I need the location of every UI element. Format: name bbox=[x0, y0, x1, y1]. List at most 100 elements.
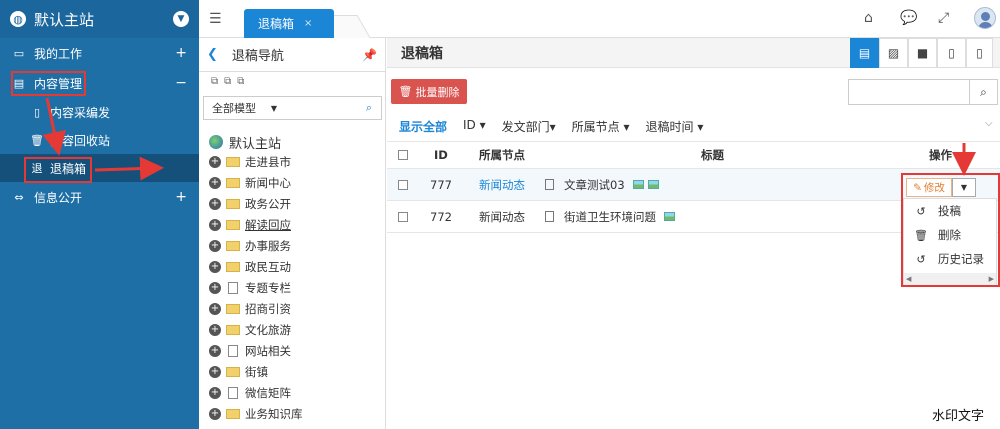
document-icon: ▤ bbox=[858, 46, 871, 60]
close-icon[interactable]: × bbox=[304, 18, 312, 29]
dropdown-item-delete[interactable]: 🗑 删除 bbox=[904, 223, 996, 247]
tree-node[interactable]: + 政民互动 bbox=[209, 256, 303, 277]
view-tab-file2[interactable]: ▯ bbox=[966, 38, 993, 68]
chevron-left-icon[interactable]: ❮ bbox=[207, 47, 218, 62]
pin-icon[interactable]: 📌 bbox=[362, 48, 377, 62]
select-all-checkbox[interactable] bbox=[398, 150, 408, 160]
file2-icon: ▯ bbox=[976, 46, 983, 60]
tree-node[interactable]: + 文化旅游 bbox=[209, 319, 303, 340]
actions-dropdown: ↺ 投稿 🗑 删除 ↺ 历史记录 ◀ ▶ bbox=[903, 198, 997, 286]
tree-node-label: 街镇 bbox=[245, 364, 268, 379]
expand-icon[interactable]: + bbox=[209, 281, 221, 294]
view-tab-image[interactable]: ▨ bbox=[879, 38, 908, 68]
filter-node[interactable]: 所属节点 ▾ bbox=[572, 118, 630, 135]
search-input[interactable] bbox=[849, 80, 969, 104]
tree-node[interactable]: + 微信矩阵 bbox=[209, 382, 303, 403]
watermark: 水印文字 bbox=[932, 409, 985, 424]
filter-department[interactable]: 发文部门▾ bbox=[502, 118, 556, 135]
tree-node-label: 专题专栏 bbox=[245, 280, 291, 295]
tree-node[interactable]: + 新闻中心 bbox=[209, 172, 303, 193]
expand-icon[interactable]: + bbox=[209, 197, 221, 210]
expand-icon[interactable]: + bbox=[209, 323, 221, 336]
row-node-link[interactable]: 新闻动态 bbox=[479, 169, 525, 200]
chevron-down-icon[interactable]: ▼ bbox=[173, 11, 189, 27]
expand-icon[interactable]: + bbox=[209, 155, 221, 168]
tree-node-label: 解读回应 bbox=[245, 217, 291, 232]
expand-icon[interactable]: + bbox=[209, 176, 221, 189]
expand-icon[interactable]: + bbox=[209, 365, 221, 378]
filter-time[interactable]: 退稿时间 ▾ bbox=[646, 118, 704, 135]
site-brand[interactable]: ◍ 默认主站 ▼ bbox=[0, 0, 199, 38]
caret-down-icon: ▼ bbox=[960, 183, 968, 192]
tree-node[interactable]: + 解读回应 bbox=[209, 214, 303, 235]
search-icon[interactable]: ⌕ bbox=[357, 101, 381, 115]
sidebar-item-rejected-box[interactable]: 退 退稿箱 bbox=[0, 154, 199, 182]
view-tab-file[interactable]: ▯ bbox=[937, 38, 966, 68]
tree-node[interactable]: + 街镇 bbox=[209, 361, 303, 382]
edit-button[interactable]: ✎ 修改 bbox=[906, 178, 952, 197]
row-id: 777 bbox=[430, 177, 452, 192]
dropdown-label: 删除 bbox=[938, 228, 961, 242]
tree-node-label: 网站相关 bbox=[245, 343, 291, 358]
menu-my-work[interactable]: ▭ 我的工作 + bbox=[0, 38, 199, 68]
expand-icon[interactable]: + bbox=[209, 407, 221, 420]
row-title[interactable]: 街道卫生环境问题 bbox=[564, 209, 656, 225]
dropdown-item-submit[interactable]: ↺ 投稿 bbox=[904, 199, 996, 223]
dropdown-label: 历史记录 bbox=[938, 252, 984, 266]
video-icon: ■ bbox=[916, 46, 929, 60]
chevron-down-icon[interactable]: ⌵ bbox=[985, 118, 993, 129]
dropdown-item-history[interactable]: ↺ 历史记录 bbox=[904, 247, 996, 271]
tree-root[interactable]: 默认主站 bbox=[209, 133, 303, 152]
expand-icon: + bbox=[175, 45, 187, 61]
user-avatar[interactable] bbox=[974, 7, 996, 29]
view-tab-document[interactable]: ▤ bbox=[850, 38, 879, 68]
expand-icon[interactable]: + bbox=[209, 302, 221, 315]
expand-icon[interactable]: + bbox=[209, 260, 221, 273]
tree-node-label: 文化旅游 bbox=[245, 322, 291, 337]
top-bar: ☰ 退稿箱 × ⌂ 💬 ⤢ bbox=[199, 0, 1000, 38]
trash-icon: 🗑 bbox=[914, 228, 928, 242]
nav-title: 退稿导航 bbox=[231, 49, 284, 64]
col-title: 标题 bbox=[701, 148, 724, 162]
search-icon[interactable]: ⌕ bbox=[969, 80, 997, 104]
fullscreen-icon[interactable]: ⤢ bbox=[938, 10, 949, 26]
home-icon[interactable]: ⌂ bbox=[864, 10, 873, 26]
brand-title: 默认主站 bbox=[34, 10, 95, 29]
sidebar-item-recycle-bin[interactable]: 🗑 内容回收站 bbox=[0, 126, 199, 154]
filter-all[interactable]: 显示全部 bbox=[399, 118, 447, 135]
more-actions-toggle[interactable]: ▼ bbox=[952, 178, 976, 197]
sidebar-item-content-edit[interactable]: ▯ 内容采编发 bbox=[0, 98, 199, 126]
tree-tools[interactable]: ⧉⧉⧉ bbox=[199, 72, 385, 90]
tree-node-label: 走进县市 bbox=[245, 154, 291, 169]
menu-info-public[interactable]: ⇔ 信息公开 + bbox=[0, 182, 199, 212]
col-id[interactable]: ID bbox=[434, 142, 448, 168]
view-tab-video[interactable]: ■ bbox=[908, 38, 937, 68]
tree-node[interactable]: + 专题专栏 bbox=[209, 277, 303, 298]
tree-node[interactable]: + 走进县市 bbox=[209, 151, 303, 172]
model-filter-select[interactable]: 全部模型 ▼ ⌕ bbox=[203, 96, 382, 120]
tree-node[interactable]: + 政务公开 bbox=[209, 193, 303, 214]
monitor-icon: ▭ bbox=[13, 46, 25, 60]
tab-rejected-box[interactable]: 退稿箱 × bbox=[244, 9, 334, 38]
row-title[interactable]: 文章测试03 bbox=[564, 177, 625, 193]
expand-icon[interactable]: + bbox=[209, 218, 221, 231]
tree-node[interactable]: + 业务知识库 bbox=[209, 403, 303, 424]
sidebar-item-label: 内容回收站 bbox=[50, 133, 111, 148]
tree-node[interactable]: + 网站相关 bbox=[209, 340, 303, 361]
dropdown-scrollbar[interactable]: ◀ ▶ bbox=[904, 273, 996, 285]
row-checkbox[interactable] bbox=[398, 179, 408, 190]
row-checkbox[interactable] bbox=[398, 211, 408, 222]
tree-node[interactable]: + 招商引资 bbox=[209, 298, 303, 319]
expand-icon[interactable]: + bbox=[209, 386, 221, 399]
menu-content-management[interactable]: ▤ 内容管理 − bbox=[0, 68, 199, 98]
row-node-link[interactable]: 新闻动态 bbox=[479, 201, 525, 232]
folder-icon bbox=[226, 366, 240, 377]
menu-toggle-icon[interactable]: ☰ bbox=[209, 11, 222, 27]
chat-icon[interactable]: 💬 bbox=[900, 10, 917, 26]
expand-icon[interactable]: + bbox=[209, 344, 221, 357]
tree-node[interactable]: + 办事服务 bbox=[209, 235, 303, 256]
batch-delete-button[interactable]: 🗑 批量删除 bbox=[391, 79, 467, 104]
filter-id[interactable]: ID ▾ bbox=[463, 118, 486, 135]
expand-icon[interactable]: + bbox=[209, 239, 221, 252]
nav-header: ❮ 退稿导航 📌 bbox=[199, 38, 385, 72]
